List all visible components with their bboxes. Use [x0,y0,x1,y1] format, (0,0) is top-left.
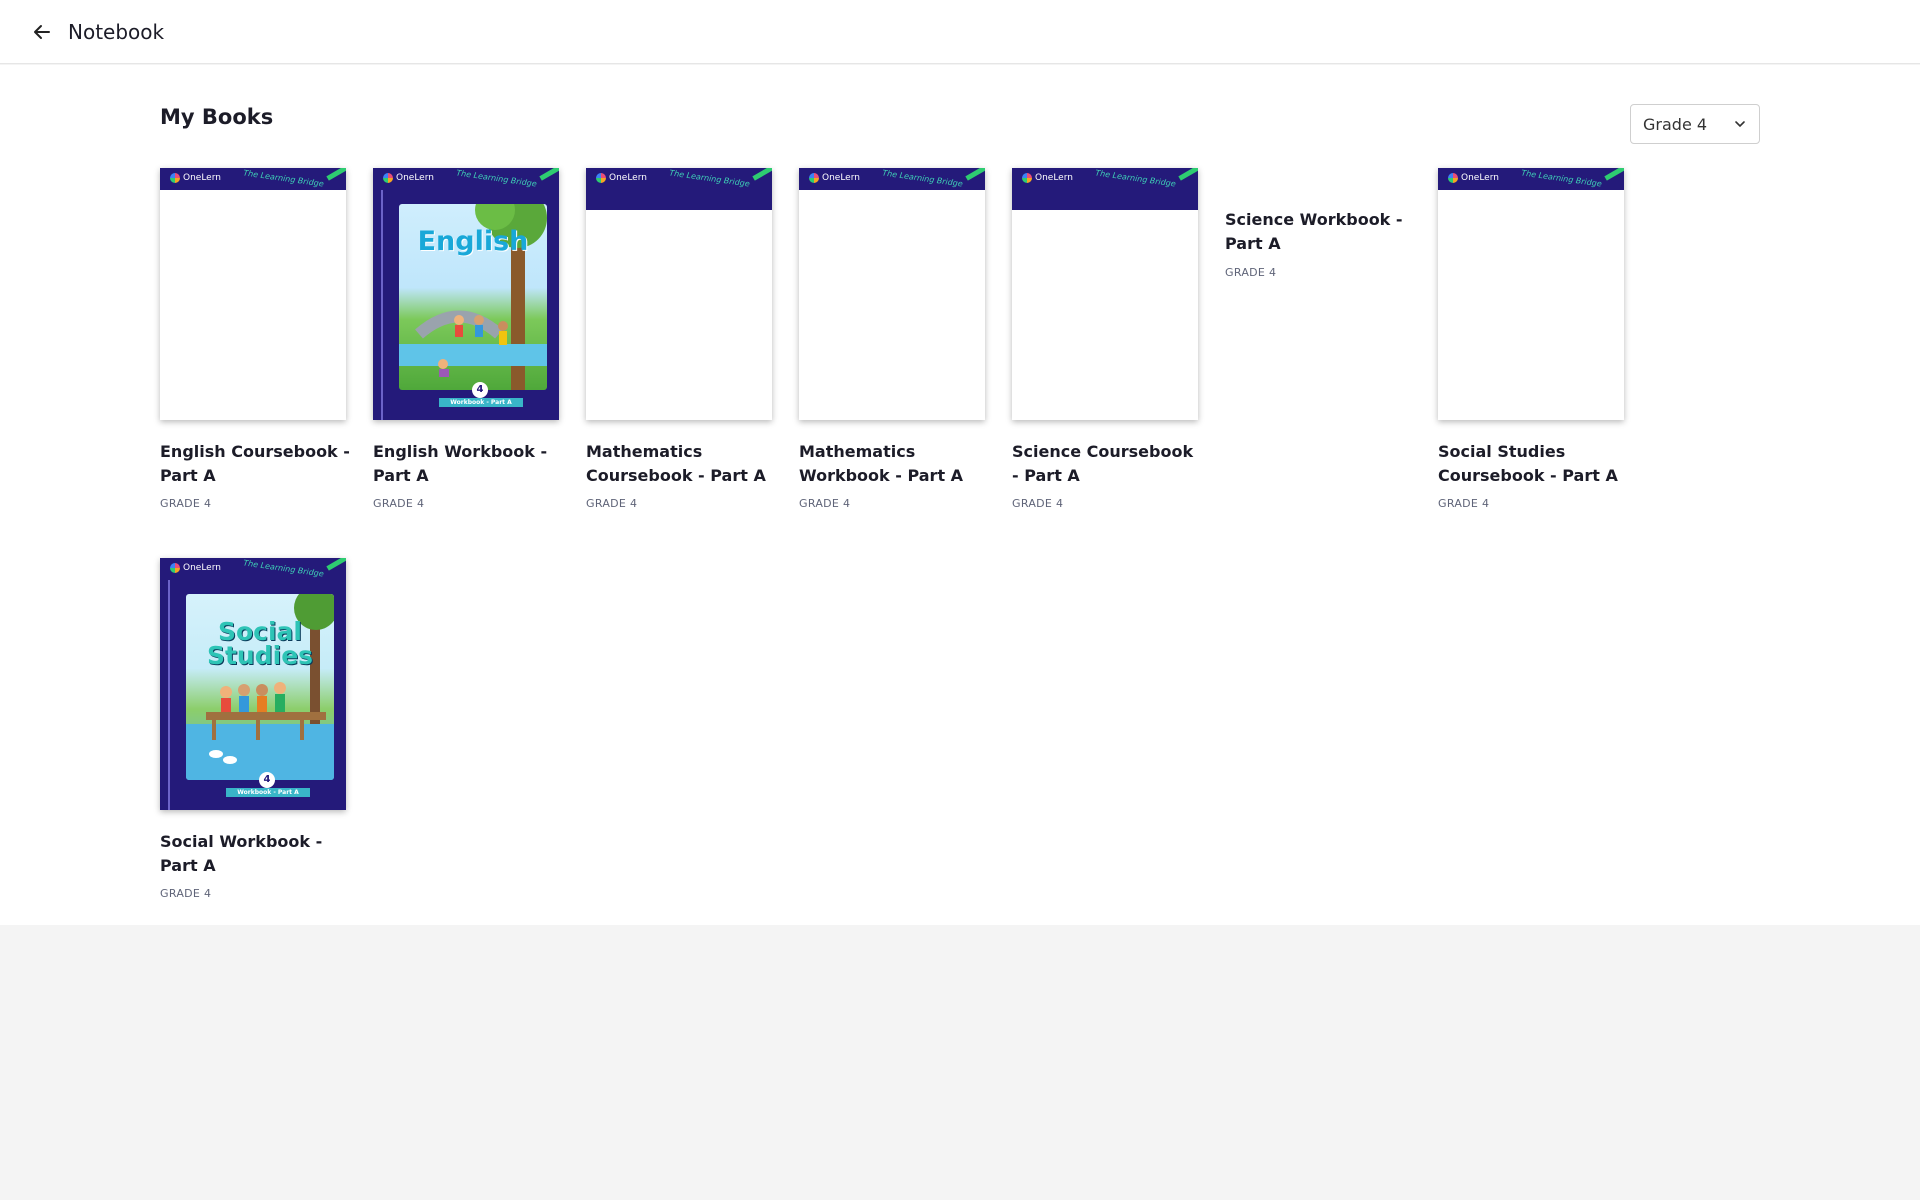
book-cover: OneLern The Learning Bridge [160,168,346,420]
brand-logo-icon [809,173,819,183]
cover-grade-badge: 4 [259,772,275,788]
book-grade: GRADE 4 [1225,266,1277,279]
brand-logo: OneLern [170,173,221,183]
page-title: My Books [160,105,274,129]
brand-text: OneLern [1461,173,1499,183]
brand-logo-icon [170,563,180,573]
brand-logo: OneLern [1448,173,1499,183]
pencil-icon [1604,168,1624,181]
book-title: English Coursebook - Part A [160,442,350,485]
cover-illustration: Social Studies [186,594,334,780]
cover-spine [168,558,170,810]
brand-text: OneLern [396,173,434,183]
pencil-icon [326,558,346,571]
book-title: English Workbook - Part A [373,442,548,485]
brand-logo: OneLern [809,173,860,183]
book-title: Mathematics Coursebook - Part A [586,442,766,485]
book-cover: OneLern The Learning Bridge [1012,168,1198,420]
grade-select[interactable]: Grade 4 [1630,104,1760,144]
cover-subject-title: English [417,226,529,257]
chevron-down-icon [1735,121,1745,128]
cover-tagline: The Learning Bridge [668,168,751,189]
top-bar: Notebook [0,0,1920,64]
brand-logo: OneLern [383,173,434,183]
book-cover: OneLern The Learning Bridge [586,168,772,420]
cover-subject-title-line-2: Studies [206,641,314,670]
book-grade: GRADE 4 [1438,497,1490,510]
book-grade: GRADE 4 [799,497,851,510]
cover-subject-title: Social Studies [186,619,334,670]
book-title: Social Studies Coursebook - Part A [1438,442,1618,485]
cover-band: OneLern The Learning Bridge [373,168,559,190]
cover-illustration: English [399,204,547,390]
cover-band: OneLern The Learning Bridge [586,168,772,210]
brand-logo-icon [170,173,180,183]
pencil-icon [1178,168,1198,181]
book-title: Science Coursebook - Part A [1012,442,1194,485]
cover-band: OneLern The Learning Bridge [799,168,985,190]
cover-tagline: The Learning Bridge [881,168,964,189]
brand-text: OneLern [822,173,860,183]
cover-tagline: The Learning Bridge [455,168,538,189]
brand-logo-icon [383,173,393,183]
cover-tagline: The Learning Bridge [242,558,325,579]
brand-logo: OneLern [596,173,647,183]
book-cover: OneLern The Learning Bridge [1438,168,1624,420]
book-grade: GRADE 4 [586,497,638,510]
book-title: Science Workbook - Part A [1225,210,1403,253]
brand-text: OneLern [609,173,647,183]
page-header-title: Notebook [68,20,165,44]
book-grade: GRADE 4 [1012,497,1064,510]
cover-band: OneLern The Learning Bridge [1438,168,1624,190]
brand-text: OneLern [183,563,221,573]
book-title: Social Workbook - Part A [160,832,323,875]
book-cover: OneLern The Learning Bridge English 4 Wo… [373,168,559,420]
pencil-icon [326,168,346,181]
brand-text: OneLern [1035,173,1073,183]
brand-logo-icon [1448,173,1458,183]
cover-tagline: The Learning Bridge [1094,168,1177,189]
brand-logo-icon [596,173,606,183]
cover-band: OneLern The Learning Bridge [1012,168,1198,210]
pencil-icon [539,168,559,181]
brand-text: OneLern [183,173,221,183]
book-grade: GRADE 4 [160,497,212,510]
pencil-icon [752,168,772,181]
cover-tagline: The Learning Bridge [242,168,325,189]
brand-logo: OneLern [170,563,221,573]
main-content: My Books Grade 4 OneLern The Learning Br… [0,65,1920,925]
cover-workbook-ribbon: Workbook - Part A [439,398,523,407]
book-grade: GRADE 4 [160,887,212,900]
brand-logo-icon [1022,173,1032,183]
grade-select-value: Grade 4 [1643,114,1708,134]
book-cover: OneLern The Learning Bridge [160,558,346,810]
cover-tagline: The Learning Bridge [1520,168,1603,189]
cover-spine [381,168,383,420]
pencil-icon [965,168,985,181]
back-arrow-icon[interactable] [28,18,56,46]
brand-logo: OneLern [1022,173,1073,183]
cover-band: OneLern The Learning Bridge [160,558,346,580]
book-title: Mathematics Workbook - Part A [799,442,964,485]
book-cover: OneLern The Learning Bridge [799,168,985,420]
cover-workbook-ribbon: Workbook - Part A [226,788,310,797]
cover-band: OneLern The Learning Bridge [160,168,346,190]
cover-grade-badge: 4 [472,382,488,398]
book-grade: GRADE 4 [373,497,425,510]
